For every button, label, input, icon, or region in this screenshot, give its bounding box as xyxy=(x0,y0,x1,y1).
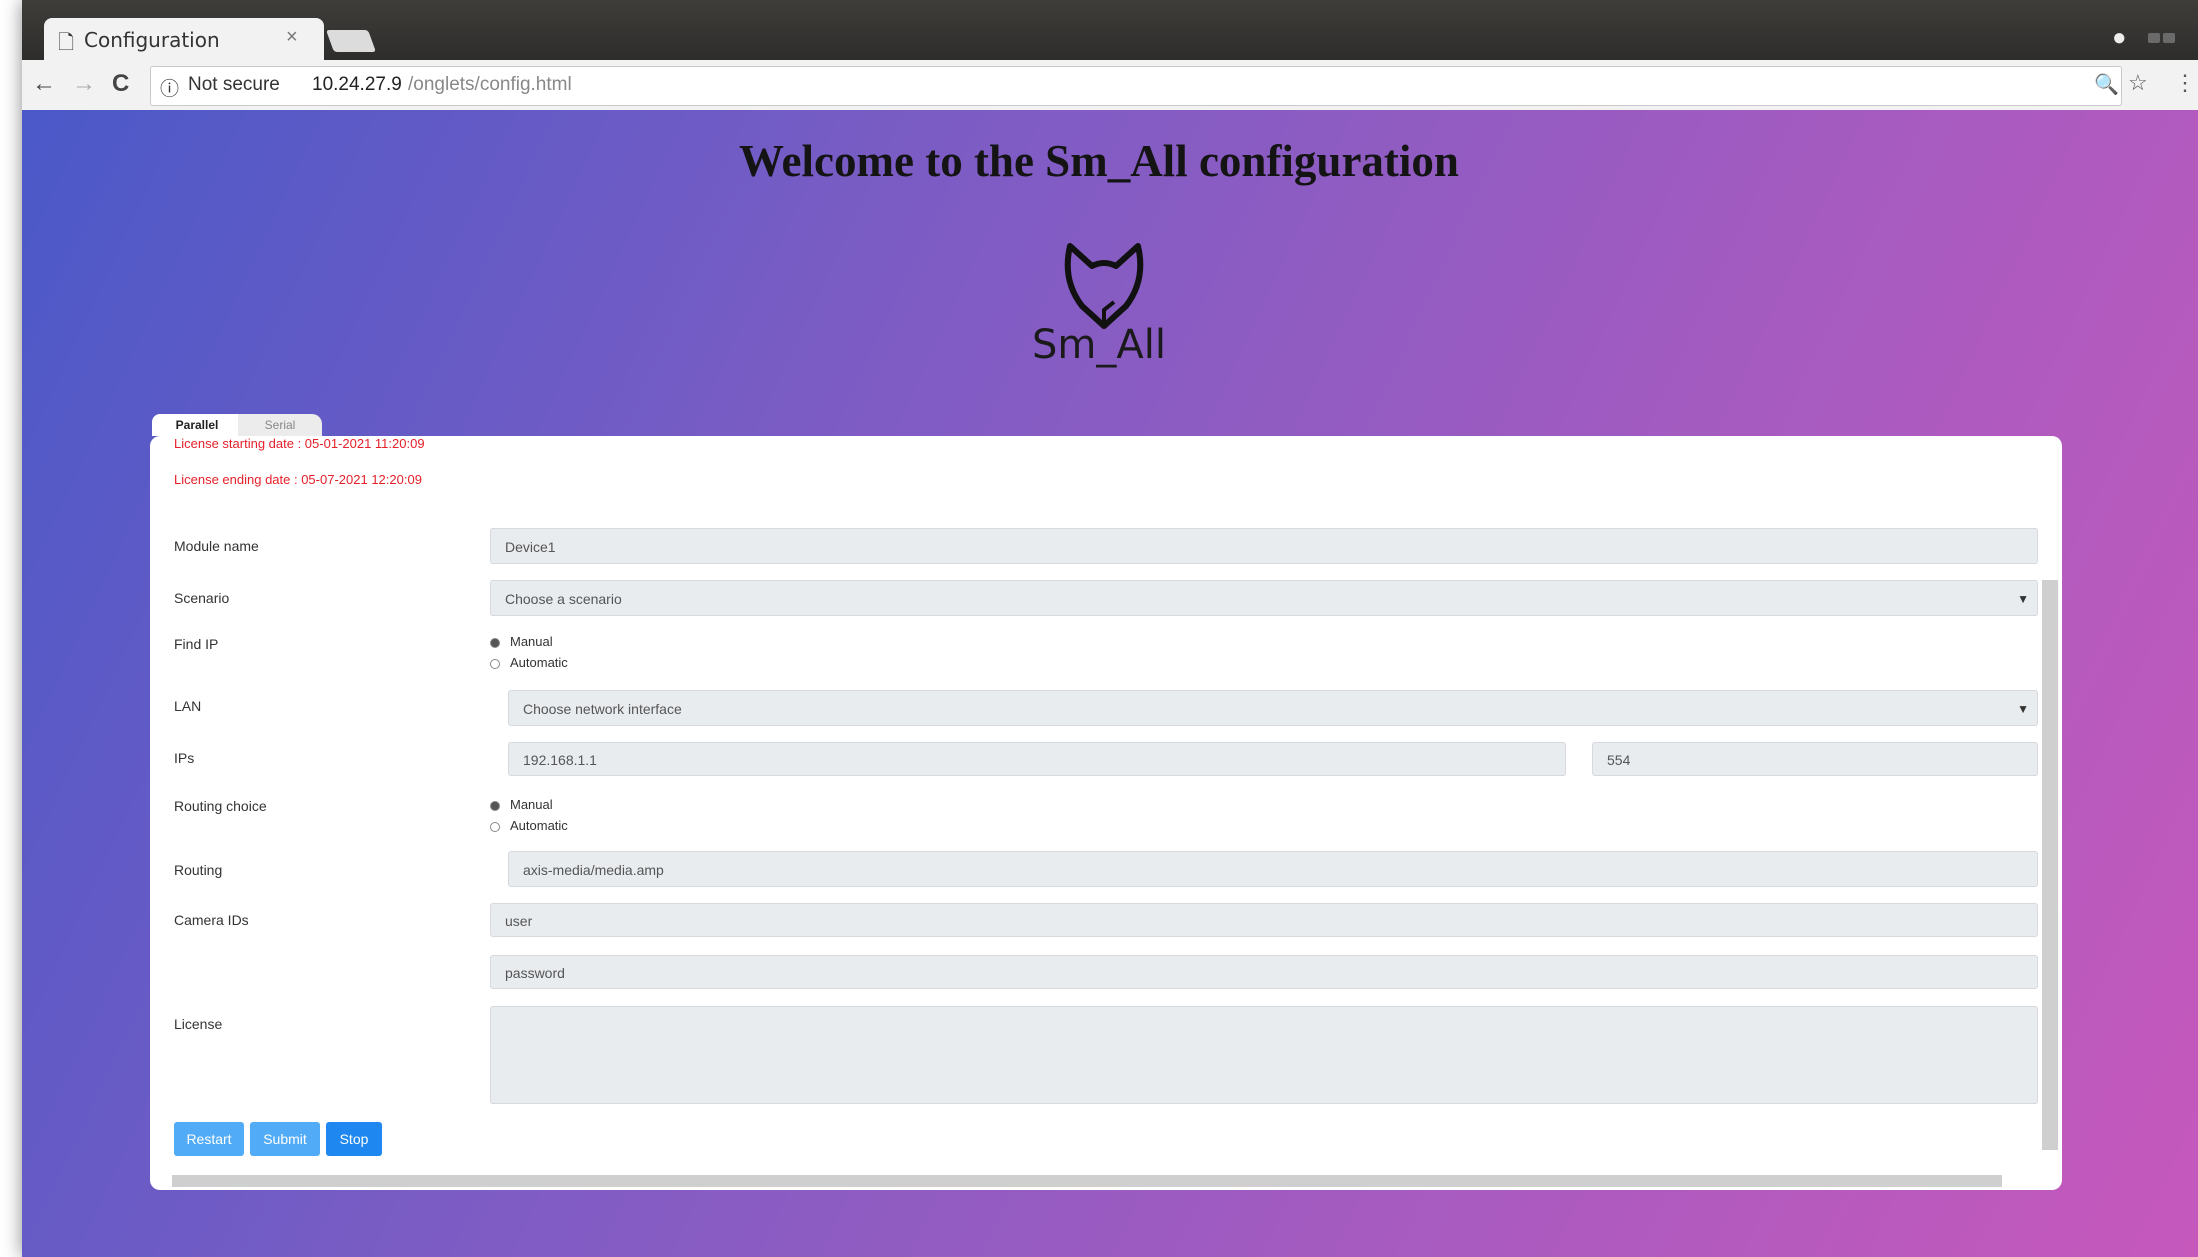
routing-manual-label: Manual xyxy=(510,797,553,812)
ips-label: IPs xyxy=(174,750,195,766)
scenario-selected: Choose a scenario xyxy=(505,591,622,607)
zoom-icon[interactable]: 🔍 xyxy=(2094,72,2119,97)
scenario-select[interactable]: Choose a scenario ▼ xyxy=(490,580,2038,616)
lan-select[interactable]: Choose network interface ▼ xyxy=(508,690,2038,726)
scenario-label: Scenario xyxy=(174,590,230,606)
vertical-scrollbar[interactable] xyxy=(2042,580,2058,1150)
camera-password-input[interactable]: password xyxy=(490,955,2038,989)
restart-button[interactable]: Restart xyxy=(174,1122,244,1156)
routing-label: Routing xyxy=(174,862,223,878)
brand-name: Sm_All xyxy=(1032,322,1166,368)
page-icon: 🗋 xyxy=(58,32,75,54)
chevron-down-icon: ▼ xyxy=(2017,592,2029,606)
tab-serial[interactable]: Serial xyxy=(238,414,322,436)
page-title: Welcome to the Sm_All configuration xyxy=(739,136,1459,186)
minimize-icon[interactable] xyxy=(2148,33,2160,43)
new-tab-button[interactable] xyxy=(325,30,377,52)
ip-input[interactable]: 192.168.1.1 xyxy=(508,742,1566,776)
routing-automatic-radio[interactable]: Automatic xyxy=(490,818,568,833)
radio-icon xyxy=(490,637,500,648)
find-ip-manual-radio[interactable]: Manual xyxy=(490,634,553,649)
forward-icon[interactable]: → xyxy=(72,70,96,98)
radio-icon xyxy=(490,658,500,669)
maximize-icon[interactable] xyxy=(2163,33,2175,43)
routing-input[interactable]: axis-media/media.amp xyxy=(508,851,2038,887)
license-start-date: License starting date : 05-01-2021 11:20… xyxy=(174,436,425,451)
fox-logo-icon xyxy=(1064,243,1144,329)
account-icon[interactable]: ● xyxy=(2112,24,2127,52)
find-ip-automatic-radio[interactable]: Automatic xyxy=(490,655,568,670)
lan-selected: Choose network interface xyxy=(523,701,682,717)
camera-ids-label: Camera IDs xyxy=(174,912,249,928)
module-name-label: Module name xyxy=(174,538,259,554)
chevron-down-icon: ▼ xyxy=(2017,702,2029,716)
horizontal-scrollbar[interactable] xyxy=(172,1175,2002,1187)
module-name-input[interactable]: Device1 xyxy=(490,528,2038,564)
camera-user-input[interactable]: user xyxy=(490,903,2038,937)
window-controls[interactable] xyxy=(2148,30,2198,43)
reload-icon[interactable]: C xyxy=(112,70,129,98)
url-path: /onglets/config.html xyxy=(408,74,572,95)
submit-button[interactable]: Submit xyxy=(250,1122,320,1156)
find-ip-automatic-label: Automatic xyxy=(510,655,568,670)
routing-manual-radio[interactable]: Manual xyxy=(490,797,553,812)
find-ip-label: Find IP xyxy=(174,636,219,652)
tab-parallel[interactable]: Parallel xyxy=(152,414,242,436)
url-host: 10.24.27.9 xyxy=(312,74,402,95)
info-icon[interactable]: ⓘ xyxy=(160,74,179,101)
routing-automatic-label: Automatic xyxy=(510,818,568,833)
back-icon[interactable]: ← xyxy=(32,70,56,98)
license-textarea[interactable] xyxy=(490,1006,2038,1104)
routing-choice-label: Routing choice xyxy=(174,798,267,814)
lan-label: LAN xyxy=(174,698,202,714)
port-input[interactable]: 554 xyxy=(1592,742,2038,776)
tab-title: Configuration xyxy=(84,28,220,52)
bookmark-star-icon[interactable]: ☆ xyxy=(2128,70,2148,96)
security-label: Not secure xyxy=(188,74,280,95)
radio-icon xyxy=(490,800,500,811)
browser-menu-icon[interactable]: ⋮ xyxy=(2174,70,2196,96)
license-end-date: License ending date : 05-07-2021 12:20:0… xyxy=(174,472,422,487)
license-label: License xyxy=(174,1016,223,1032)
find-ip-manual-label: Manual xyxy=(510,634,553,649)
stop-button[interactable]: Stop xyxy=(326,1122,382,1156)
radio-icon xyxy=(490,821,500,832)
close-tab-icon[interactable]: × xyxy=(286,26,298,49)
